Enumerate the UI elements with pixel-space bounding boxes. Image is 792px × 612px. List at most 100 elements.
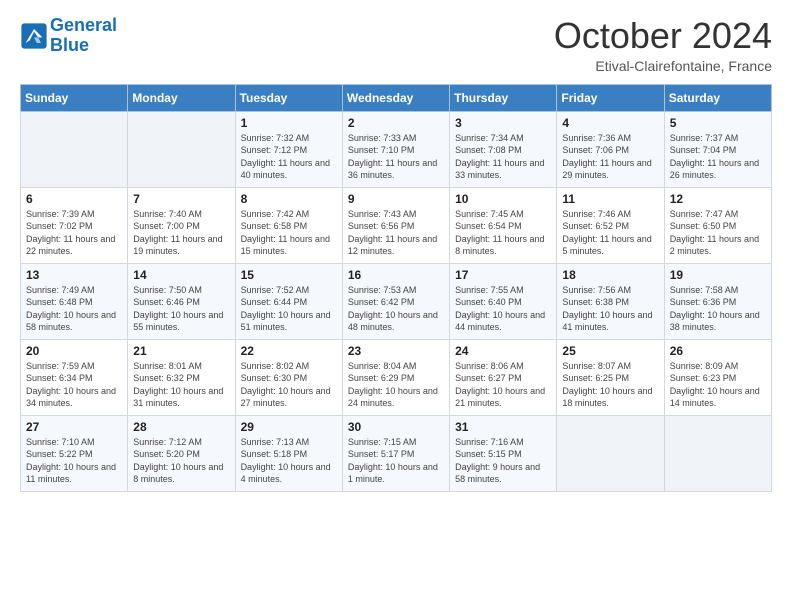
- week-row-3: 13 Sunrise: 7:49 AMSunset: 6:48 PMDayligh…: [21, 263, 772, 339]
- cell-info: Sunrise: 7:10 AMSunset: 5:22 PMDaylight:…: [26, 436, 122, 486]
- day-number: 29: [241, 420, 337, 434]
- calendar-cell: 12 Sunrise: 7:47 AMSunset: 6:50 PMDayligh…: [664, 187, 771, 263]
- day-number: 19: [670, 268, 766, 282]
- day-number: 3: [455, 116, 551, 130]
- calendar-cell: 11 Sunrise: 7:46 AMSunset: 6:52 PMDayligh…: [557, 187, 664, 263]
- calendar-cell: 30 Sunrise: 7:15 AMSunset: 5:17 PMDayligh…: [342, 415, 449, 491]
- day-number: 6: [26, 192, 122, 206]
- cell-info: Sunrise: 7:37 AMSunset: 7:04 PMDaylight:…: [670, 132, 766, 182]
- week-row-2: 6 Sunrise: 7:39 AMSunset: 7:02 PMDaylight…: [21, 187, 772, 263]
- calendar-cell: 26 Sunrise: 8:09 AMSunset: 6:23 PMDayligh…: [664, 339, 771, 415]
- calendar-cell: 29Sunrise: 7:13 AMSunset: 5:18 PMDayligh…: [235, 415, 342, 491]
- cell-info: Sunrise: 7:55 AMSunset: 6:40 PMDaylight:…: [455, 284, 551, 334]
- day-number: 15: [241, 268, 337, 282]
- day-number: 12: [670, 192, 766, 206]
- calendar-cell: 24 Sunrise: 8:06 AMSunset: 6:27 PMDayligh…: [450, 339, 557, 415]
- cell-info: Sunrise: 7:49 AMSunset: 6:48 PMDaylight:…: [26, 284, 122, 334]
- cell-info: Sunrise: 7:58 AMSunset: 6:36 PMDaylight:…: [670, 284, 766, 334]
- calendar-cell: 15 Sunrise: 7:52 AMSunset: 6:44 PMDayligh…: [235, 263, 342, 339]
- week-row-4: 20 Sunrise: 7:59 AMSunset: 6:34 PMDayligh…: [21, 339, 772, 415]
- calendar-cell: 2Sunrise: 7:33 AMSunset: 7:10 PMDaylight…: [342, 111, 449, 187]
- day-number: 14: [133, 268, 229, 282]
- calendar-cell: 21 Sunrise: 8:01 AMSunset: 6:32 PMDayligh…: [128, 339, 235, 415]
- calendar-cell: 7 Sunrise: 7:40 AMSunset: 7:00 PMDaylight…: [128, 187, 235, 263]
- day-number: 30: [348, 420, 444, 434]
- calendar-cell: [664, 415, 771, 491]
- calendar-cell: 18 Sunrise: 7:56 AMSunset: 6:38 PMDayligh…: [557, 263, 664, 339]
- day-number: 25: [562, 344, 658, 358]
- calendar-cell: 6 Sunrise: 7:39 AMSunset: 7:02 PMDaylight…: [21, 187, 128, 263]
- calendar-cell: 19 Sunrise: 7:58 AMSunset: 6:36 PMDayligh…: [664, 263, 771, 339]
- calendar-cell: 17 Sunrise: 7:55 AMSunset: 6:40 PMDayligh…: [450, 263, 557, 339]
- day-header-tuesday: Tuesday: [235, 84, 342, 111]
- logo-line2: Blue: [50, 35, 89, 55]
- calendar-cell: 13 Sunrise: 7:49 AMSunset: 6:48 PMDayligh…: [21, 263, 128, 339]
- day-number: 10: [455, 192, 551, 206]
- week-row-5: 27 Sunrise: 7:10 AMSunset: 5:22 PMDayligh…: [21, 415, 772, 491]
- calendar-cell: 20 Sunrise: 7:59 AMSunset: 6:34 PMDayligh…: [21, 339, 128, 415]
- day-number: 21: [133, 344, 229, 358]
- calendar-cell: 8Sunrise: 7:42 AMSunset: 6:58 PMDaylight…: [235, 187, 342, 263]
- day-number: 26: [670, 344, 766, 358]
- cell-info: Sunrise: 7:52 AMSunset: 6:44 PMDaylight:…: [241, 284, 337, 334]
- cell-info: Sunrise: 7:47 AMSunset: 6:50 PMDaylight:…: [670, 208, 766, 258]
- day-number: 11: [562, 192, 658, 206]
- cell-info: Sunrise: 7:15 AMSunset: 5:17 PMDaylight:…: [348, 436, 444, 486]
- day-header-wednesday: Wednesday: [342, 84, 449, 111]
- cell-info: Sunrise: 7:46 AMSunset: 6:52 PMDaylight:…: [562, 208, 658, 258]
- day-header-friday: Friday: [557, 84, 664, 111]
- calendar-cell: [557, 415, 664, 491]
- cell-info: Sunrise: 7:40 AMSunset: 7:00 PMDaylight:…: [133, 208, 229, 258]
- cell-info: Sunrise: 7:39 AMSunset: 7:02 PMDaylight:…: [26, 208, 122, 258]
- cell-info: Sunrise: 7:53 AMSunset: 6:42 PMDaylight:…: [348, 284, 444, 334]
- day-number: 7: [133, 192, 229, 206]
- location-title: Etival-Clairefontaine, France: [554, 58, 772, 74]
- cell-info: Sunrise: 7:32 AMSunset: 7:12 PMDaylight:…: [241, 132, 337, 182]
- calendar-cell: 31Sunrise: 7:16 AMSunset: 5:15 PMDayligh…: [450, 415, 557, 491]
- calendar-cell: 28Sunrise: 7:12 AMSunset: 5:20 PMDayligh…: [128, 415, 235, 491]
- day-header-thursday: Thursday: [450, 84, 557, 111]
- day-number: 8: [241, 192, 337, 206]
- calendar-cell: 22 Sunrise: 8:02 AMSunset: 6:30 PMDayligh…: [235, 339, 342, 415]
- cell-info: Sunrise: 8:04 AMSunset: 6:29 PMDaylight:…: [348, 360, 444, 410]
- day-number: 18: [562, 268, 658, 282]
- calendar-cell: 3 Sunrise: 7:34 AMSunset: 7:08 PMDaylight…: [450, 111, 557, 187]
- day-header-saturday: Saturday: [664, 84, 771, 111]
- cell-info: Sunrise: 8:06 AMSunset: 6:27 PMDaylight:…: [455, 360, 551, 410]
- calendar-cell: 5Sunrise: 7:37 AMSunset: 7:04 PMDaylight…: [664, 111, 771, 187]
- logo-text: General Blue: [50, 16, 117, 56]
- day-number: 28: [133, 420, 229, 434]
- cell-info: Sunrise: 7:56 AMSunset: 6:38 PMDaylight:…: [562, 284, 658, 334]
- logo-line1: General: [50, 15, 117, 35]
- calendar-cell: 1Sunrise: 7:32 AMSunset: 7:12 PMDaylight…: [235, 111, 342, 187]
- logo-icon: [20, 22, 48, 50]
- day-header-monday: Monday: [128, 84, 235, 111]
- cell-info: Sunrise: 7:50 AMSunset: 6:46 PMDaylight:…: [133, 284, 229, 334]
- calendar-cell: 9Sunrise: 7:43 AMSunset: 6:56 PMDaylight…: [342, 187, 449, 263]
- title-block: October 2024 Etival-Clairefontaine, Fran…: [554, 16, 772, 74]
- cell-info: Sunrise: 8:09 AMSunset: 6:23 PMDaylight:…: [670, 360, 766, 410]
- cell-info: Sunrise: 7:33 AMSunset: 7:10 PMDaylight:…: [348, 132, 444, 182]
- day-number: 24: [455, 344, 551, 358]
- day-header-sunday: Sunday: [21, 84, 128, 111]
- day-number: 27: [26, 420, 122, 434]
- calendar-cell: 16Sunrise: 7:53 AMSunset: 6:42 PMDayligh…: [342, 263, 449, 339]
- calendar-cell: 14 Sunrise: 7:50 AMSunset: 6:46 PMDayligh…: [128, 263, 235, 339]
- week-row-1: 1Sunrise: 7:32 AMSunset: 7:12 PMDaylight…: [21, 111, 772, 187]
- calendar-cell: [128, 111, 235, 187]
- month-title: October 2024: [554, 16, 772, 56]
- cell-info: Sunrise: 8:01 AMSunset: 6:32 PMDaylight:…: [133, 360, 229, 410]
- calendar-cell: 27 Sunrise: 7:10 AMSunset: 5:22 PMDayligh…: [21, 415, 128, 491]
- day-number: 13: [26, 268, 122, 282]
- calendar-table: SundayMondayTuesdayWednesdayThursdayFrid…: [20, 84, 772, 492]
- day-number: 20: [26, 344, 122, 358]
- calendar-cell: 10Sunrise: 7:45 AMSunset: 6:54 PMDayligh…: [450, 187, 557, 263]
- cell-info: Sunrise: 7:34 AMSunset: 7:08 PMDaylight:…: [455, 132, 551, 182]
- day-number: 22: [241, 344, 337, 358]
- cell-info: Sunrise: 7:59 AMSunset: 6:34 PMDaylight:…: [26, 360, 122, 410]
- day-number: 17: [455, 268, 551, 282]
- logo: General Blue: [20, 16, 117, 56]
- day-number: 4: [562, 116, 658, 130]
- calendar-cell: 4Sunrise: 7:36 AMSunset: 7:06 PMDaylight…: [557, 111, 664, 187]
- cell-info: Sunrise: 8:02 AMSunset: 6:30 PMDaylight:…: [241, 360, 337, 410]
